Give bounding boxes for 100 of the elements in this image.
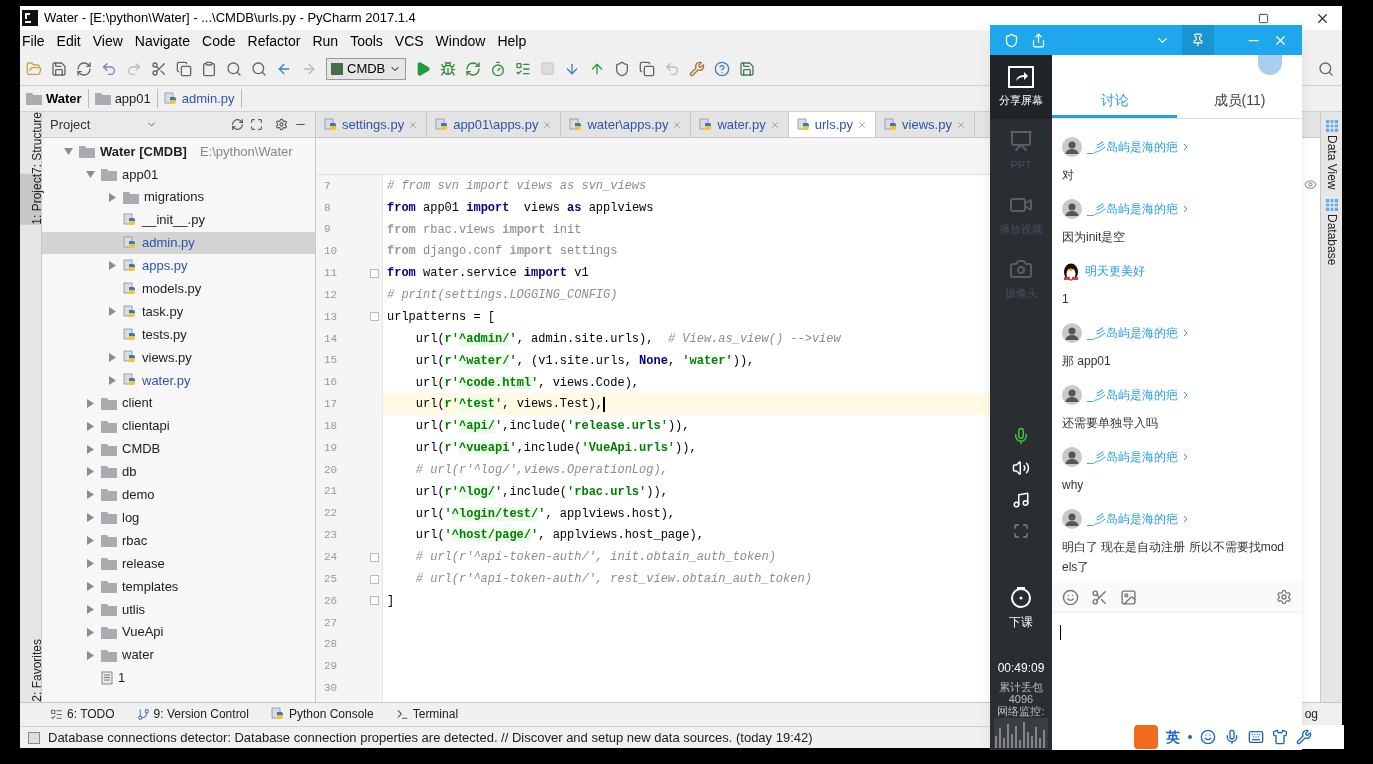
profile-icon[interactable]: [490, 60, 507, 77]
concurrency-icon[interactable]: [515, 60, 532, 77]
close-tab-icon[interactable]: [955, 119, 966, 130]
cut-icon[interactable]: [151, 60, 167, 77]
menu-item[interactable]: File: [22, 30, 45, 52]
coverage-icon[interactable]: [465, 60, 482, 77]
menu-item[interactable]: Code: [202, 30, 236, 52]
image-icon[interactable]: [1120, 588, 1137, 606]
microphone-icon[interactable]: [1012, 427, 1030, 445]
restore-button[interactable]: [1258, 12, 1269, 24]
tree-item[interactable]: Water [CMDB] E:\python\Water: [42, 140, 315, 163]
tool-window-tab[interactable]: 1: Project: [19, 174, 42, 225]
tree-item[interactable]: CMDB: [42, 437, 315, 461]
tree-item[interactable]: release: [42, 552, 315, 575]
screenshot-icon[interactable]: [1091, 588, 1108, 606]
punctuation-icon[interactable]: [1188, 735, 1192, 739]
run-config-dropdown[interactable]: CMDB: [326, 57, 407, 80]
fold-marker-icon[interactable]: [370, 596, 379, 606]
tree-item[interactable]: models.py: [42, 277, 315, 301]
close-tab-icon[interactable]: [672, 119, 683, 130]
pin-icon[interactable]: [1191, 33, 1205, 47]
expand-arrow-icon[interactable]: [86, 421, 95, 431]
speaker-icon[interactable]: [1012, 459, 1030, 477]
expand-arrow-icon[interactable]: [108, 261, 117, 271]
menu-item[interactable]: Run: [312, 30, 339, 52]
tree-item[interactable]: water: [42, 643, 315, 667]
keyboard-icon[interactable]: [1248, 729, 1264, 745]
tool-window-tab[interactable]: Database: [1322, 199, 1341, 266]
tree-item[interactable]: clientapi: [42, 414, 315, 438]
save-icon[interactable]: [51, 60, 67, 77]
menu-item[interactable]: Window: [435, 30, 486, 52]
expand-arrow-icon[interactable]: [86, 581, 95, 591]
compare-icon[interactable]: [639, 60, 656, 77]
paste-icon[interactable]: [201, 60, 217, 77]
tree-item[interactable]: log: [42, 506, 315, 530]
sync-icon[interactable]: [76, 60, 92, 77]
chat-tab[interactable]: 成员(11): [1177, 85, 1302, 118]
redo-icon[interactable]: [126, 60, 142, 77]
close-tab-icon[interactable]: [769, 119, 780, 130]
share-icon[interactable]: [1031, 32, 1046, 48]
voice-icon[interactable]: [1224, 729, 1240, 745]
breadcrumb-item[interactable]: Water: [26, 88, 89, 109]
tool-window-button[interactable]: Python Console: [270, 705, 374, 723]
tree-item[interactable]: demo: [42, 483, 315, 507]
expand-arrow-icon[interactable]: [86, 444, 95, 454]
tree-item[interactable]: app01: [42, 162, 315, 186]
fold-marker-icon[interactable]: [370, 552, 379, 562]
emoji-icon[interactable]: [1062, 588, 1079, 606]
expand-arrow-icon[interactable]: [108, 192, 117, 202]
tree-item[interactable]: client: [42, 391, 315, 415]
expand-arrow-icon[interactable]: [86, 650, 95, 660]
menu-item[interactable]: Edit: [56, 30, 81, 52]
tree-item[interactable]: views.py: [42, 346, 315, 369]
shield-icon[interactable]: [1004, 32, 1019, 48]
fullscreen-icon[interactable]: [1013, 523, 1029, 539]
menu-item[interactable]: Refactor: [247, 30, 301, 52]
tree-item[interactable]: VueApi: [42, 620, 315, 644]
breadcrumb-item[interactable]: admin.py: [163, 88, 242, 109]
tree-item[interactable]: rbac: [42, 529, 315, 553]
tree-item[interactable]: templates: [42, 574, 315, 598]
expand-arrow-icon[interactable]: [86, 398, 95, 408]
tool-window-tab[interactable]: Data View: [1322, 120, 1341, 190]
tree-item[interactable]: apps.py: [42, 254, 315, 278]
expand-arrow-icon[interactable]: [86, 513, 95, 523]
search-icon[interactable]: [1318, 60, 1334, 77]
expand-arrow-icon[interactable]: [86, 536, 95, 546]
tool-window-button[interactable]: og: [1304, 705, 1318, 723]
expand-arrow-icon[interactable]: [86, 558, 95, 568]
inspection-eye-icon[interactable]: [1304, 178, 1317, 191]
tree-item[interactable]: 1: [42, 666, 315, 690]
tree-item[interactable]: admin.py: [42, 231, 315, 255]
close-tab-icon[interactable]: [857, 119, 868, 130]
scroll-from-source-icon[interactable]: [231, 118, 244, 131]
menu-item[interactable]: Help: [497, 30, 527, 52]
tree-item[interactable]: water.py: [42, 368, 315, 392]
expand-arrow-icon[interactable]: [108, 352, 117, 362]
side-tool-button[interactable]: 分享屏幕: [990, 55, 1052, 119]
fold-marker-icon[interactable]: [370, 574, 379, 584]
panel-view-dropdown[interactable]: Project: [50, 114, 91, 135]
expand-arrow-icon[interactable]: [86, 627, 95, 637]
help-icon[interactable]: [714, 60, 731, 77]
debug-icon[interactable]: [440, 60, 457, 77]
fold-marker-icon[interactable]: [370, 312, 379, 322]
menu-item[interactable]: Tools: [350, 30, 383, 52]
tool-window-button[interactable]: 6: TODO: [50, 705, 115, 723]
revert-icon[interactable]: [664, 60, 681, 77]
tree-item[interactable]: utlis: [42, 597, 315, 621]
tool-window-button[interactable]: Terminal: [395, 705, 459, 723]
run-icon[interactable]: [415, 60, 432, 77]
collapse-all-icon[interactable]: [250, 118, 263, 131]
close-tab-icon[interactable]: [408, 119, 419, 130]
notice-badge-icon[interactable]: [1258, 55, 1282, 75]
tool-windows-toggle[interactable]: [28, 731, 40, 744]
tool-window-button[interactable]: 9: Version Control: [136, 705, 249, 723]
editor-tab[interactable]: urls.py: [788, 112, 877, 137]
tools-icon[interactable]: [1296, 729, 1312, 745]
tree-item[interactable]: task.py: [42, 300, 315, 324]
sdk-icon[interactable]: [739, 60, 756, 77]
breadcrumb-item[interactable]: app01: [94, 88, 158, 109]
collapse-arrow-icon[interactable]: [86, 169, 95, 179]
